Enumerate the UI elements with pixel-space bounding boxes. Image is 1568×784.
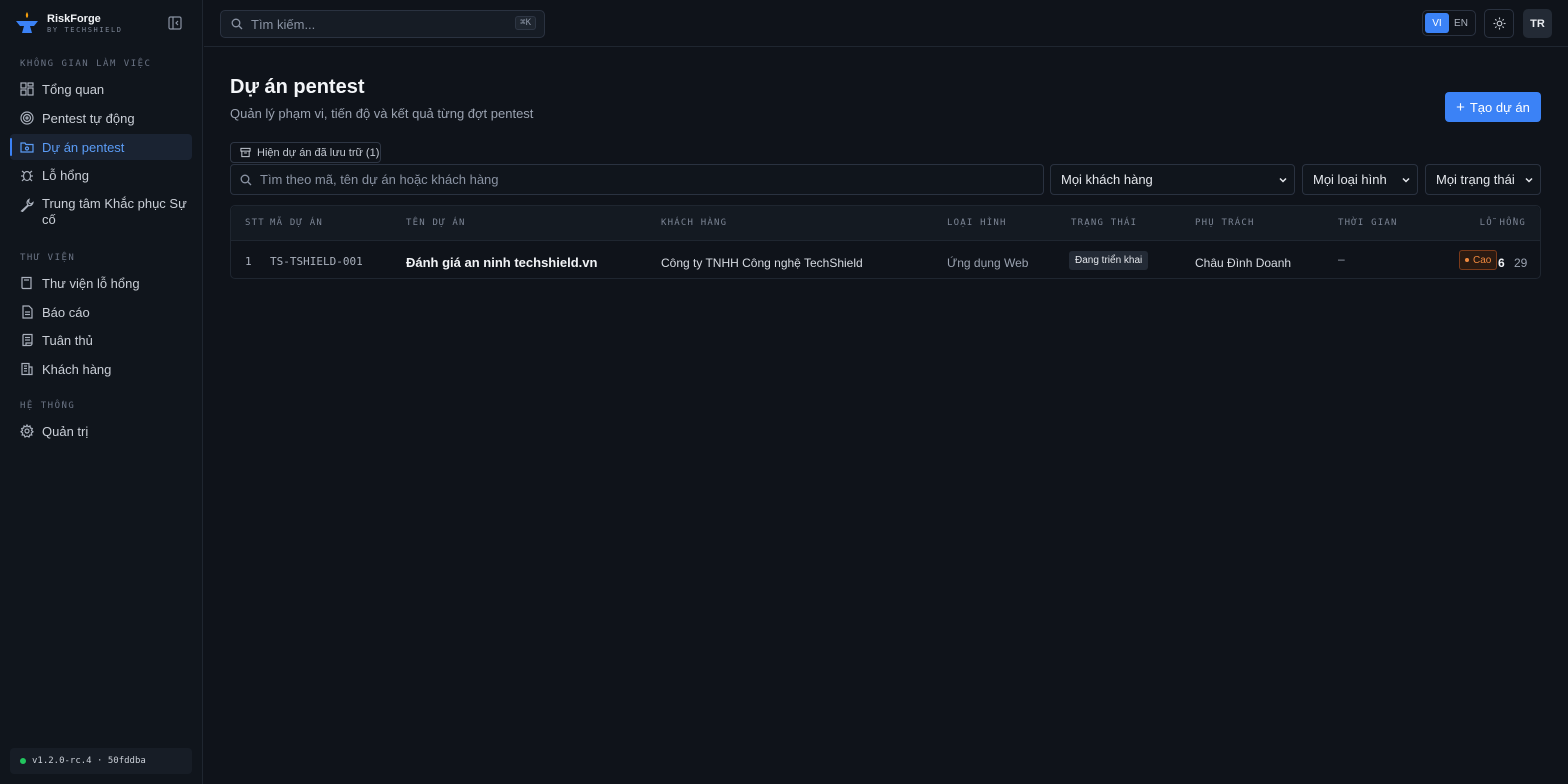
section-workspace: KHÔNG GIAN LÀM VIỆC <box>20 59 152 69</box>
sidebar-item-admin[interactable]: Quản trị <box>10 418 192 444</box>
collapse-sidebar-icon[interactable] <box>168 16 182 30</box>
chevron-down-icon <box>1279 177 1287 183</box>
building-icon <box>21 362 33 376</box>
sidebar-item-vuln-library[interactable]: Thư viện lỗ hổng <box>10 270 192 296</box>
document-icon <box>22 305 33 319</box>
topbar: Tìm kiếm... ⌘K VI EN TR <box>204 0 1568 47</box>
section-system: HỆ THỐNG <box>20 401 76 411</box>
status-filter-value: Mọi trạng thái <box>1436 172 1515 187</box>
table-header: STT MÃ DỰ ÁN TÊN DỰ ÁN KHÁCH HÀNG LOẠI H… <box>231 206 1540 241</box>
version-text: v1.2.0-rc.4 · 50fddba <box>32 756 146 766</box>
type-filter-select[interactable]: Mọi loại hình <box>1302 164 1418 195</box>
project-search-placeholder: Tìm theo mã, tên dự án hoặc khách hàng <box>260 172 499 187</box>
sidebar-item-auto-pentest[interactable]: Pentest tự động <box>10 105 192 131</box>
anvil-logo-icon <box>16 12 38 33</box>
book-icon <box>21 276 32 290</box>
language-switch: VI EN <box>1422 10 1476 36</box>
create-project-label: Tạo dự án <box>1469 99 1530 115</box>
search-icon <box>231 18 243 30</box>
status-badge: Đang triển khai <box>1069 251 1149 270</box>
project-search-input[interactable]: Tìm theo mã, tên dự án hoặc khách hàng <box>230 164 1044 195</box>
chevron-down-icon <box>1402 177 1410 183</box>
table-row[interactable]: 1 TS-TSHIELD-001 Đánh giá an ninh techsh… <box>231 242 1540 278</box>
wrench-icon <box>20 198 34 212</box>
sidebar-item-label: Khách hàng <box>42 361 112 377</box>
column-header[interactable]: KHÁCH HÀNG <box>661 218 727 228</box>
project-owner: Châu Đình Doanh <box>1195 256 1292 270</box>
column-header[interactable]: MÃ DỰ ÁN <box>270 218 323 228</box>
column-header[interactable]: LỖ HỔNG <box>1480 218 1526 228</box>
sidebar-item-label: Quản trị <box>42 423 89 439</box>
customer-filter-select[interactable]: Mọi khách hàng <box>1050 164 1295 195</box>
project-time: – <box>1338 252 1345 266</box>
brand[interactable]: RiskForge BY TECHSHIELD <box>14 11 123 37</box>
sidebar-item-customers[interactable]: Khách hàng <box>10 356 192 382</box>
sidebar-item-label: Pentest tự động <box>42 110 135 126</box>
sidebar: RiskForge BY TECHSHIELD KHÔNG GIAN LÀM V… <box>0 0 203 784</box>
show-archived-button[interactable]: Hiện dự án đã lưu trữ (1) <box>230 142 381 163</box>
sidebar-item-overview[interactable]: Tổng quan <box>10 76 192 102</box>
brand-name: RiskForge <box>47 13 101 25</box>
column-header[interactable]: TÊN DỰ ÁN <box>406 218 466 228</box>
severity-count: 6 <box>1498 256 1505 270</box>
column-header[interactable]: STT <box>245 218 265 228</box>
version-badge: v1.2.0-rc.4 · 50fddba <box>10 748 192 774</box>
lang-vi-button[interactable]: VI <box>1425 13 1449 33</box>
dashboard-icon <box>20 82 34 96</box>
sidebar-item-label: Thư viện lỗ hổng <box>42 275 140 291</box>
plus-icon: + <box>1456 98 1465 116</box>
theme-toggle-button[interactable] <box>1484 9 1514 38</box>
search-icon <box>240 174 252 185</box>
row-index: 1 <box>245 255 252 268</box>
show-archived-label: Hiện dự án đã lưu trữ (1) <box>257 146 380 159</box>
search-shortcut: ⌘K <box>515 16 536 30</box>
chevron-down-icon <box>1525 177 1533 183</box>
sidebar-item-label: Tuân thủ <box>42 332 93 348</box>
severity-label: Cao <box>1473 254 1492 266</box>
customer-filter-value: Mọi khách hàng <box>1061 172 1153 187</box>
global-search-input[interactable]: Tìm kiếm... ⌘K <box>220 10 545 38</box>
search-placeholder: Tìm kiếm... <box>251 16 316 32</box>
gear-icon <box>20 424 34 438</box>
column-header[interactable]: LOẠI HÌNH <box>947 218 1007 228</box>
sidebar-item-vulnerabilities[interactable]: Lỗ hổng <box>10 162 192 188</box>
page-title: Dự án pentest <box>230 76 365 98</box>
projects-table: STT MÃ DỰ ÁN TÊN DỰ ÁN KHÁCH HÀNG LOẠI H… <box>230 205 1541 279</box>
project-name-link[interactable]: Đánh giá an ninh techshield.vn <box>406 255 597 270</box>
lang-en-button[interactable]: EN <box>1449 13 1473 33</box>
folder-icon <box>20 142 34 153</box>
scroll-icon <box>22 333 33 347</box>
section-library: THƯ VIỆN <box>20 253 76 263</box>
total-vulnerabilities: 29 <box>1514 256 1528 270</box>
severity-badge: Cao <box>1459 250 1498 270</box>
bug-icon <box>21 170 33 182</box>
column-header[interactable]: PHỤ TRÁCH <box>1195 218 1255 228</box>
sidebar-item-compliance[interactable]: Tuân thủ <box>10 327 192 353</box>
project-customer: Công ty TNHH Công nghệ TechShield <box>661 256 863 270</box>
page-subtitle: Quản lý phạm vi, tiến độ và kết quả từng… <box>230 106 534 121</box>
sidebar-item-reports[interactable]: Báo cáo <box>10 299 192 325</box>
project-type: Ứng dụng Web <box>947 256 1029 270</box>
sidebar-item-label: Dự án pentest <box>42 139 125 155</box>
sidebar-item-label: Lỗ hổng <box>42 167 89 183</box>
status-dot-icon <box>20 758 26 764</box>
archive-icon <box>240 147 251 158</box>
type-filter-value: Mọi loại hình <box>1313 172 1387 187</box>
sun-icon <box>1492 17 1506 30</box>
column-header[interactable]: TRẠNG THÁI <box>1071 218 1137 228</box>
user-avatar[interactable]: TR <box>1523 9 1552 38</box>
brand-sub: BY TECHSHIELD <box>47 26 123 34</box>
sidebar-item-pentest-projects[interactable]: Dự án pentest <box>10 134 192 160</box>
create-project-button[interactable]: + Tạo dự án <box>1445 92 1541 122</box>
status-filter-select[interactable]: Mọi trạng thái <box>1425 164 1541 195</box>
sidebar-item-label: Báo cáo <box>42 304 90 320</box>
column-header[interactable]: THỜI GIAN <box>1338 218 1398 228</box>
sidebar-item-remediation-center[interactable]: Trung tâm Khắc phục Sự cố <box>10 191 192 235</box>
sidebar-item-label: Tổng quan <box>42 81 105 97</box>
sidebar-item-label: Trung tâm Khắc phục Sự cố <box>42 196 187 227</box>
project-code: TS-TSHIELD-001 <box>270 255 363 268</box>
target-icon <box>20 111 34 125</box>
severity-dot-icon <box>1465 258 1469 262</box>
